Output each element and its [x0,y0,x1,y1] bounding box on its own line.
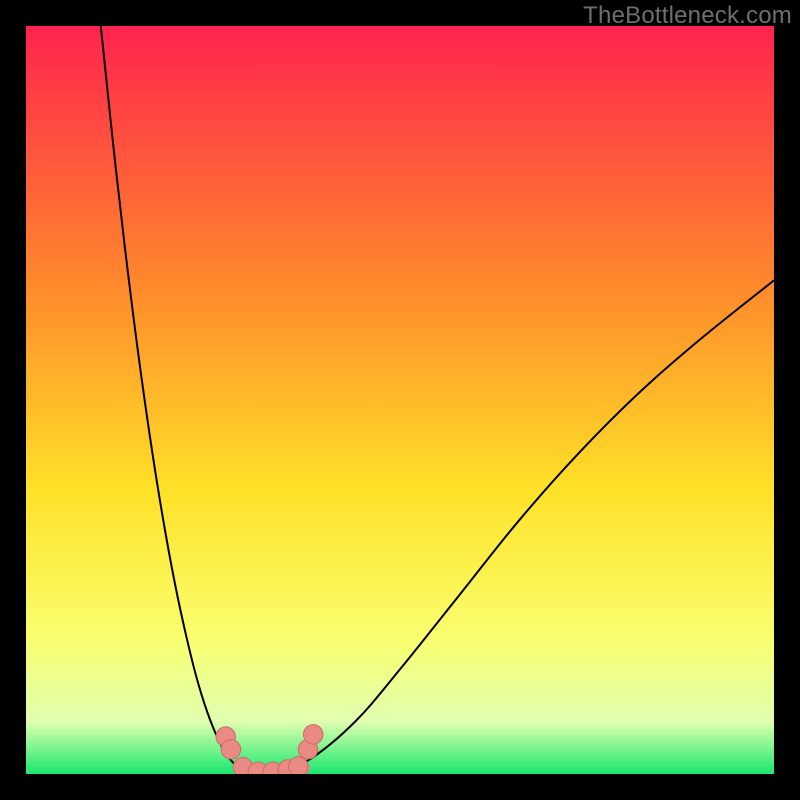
data-marker [304,725,323,744]
bottleneck-chart [26,26,774,774]
plot-frame [26,26,774,774]
data-marker [221,740,240,759]
gradient-background [26,26,774,774]
data-marker [289,757,308,774]
